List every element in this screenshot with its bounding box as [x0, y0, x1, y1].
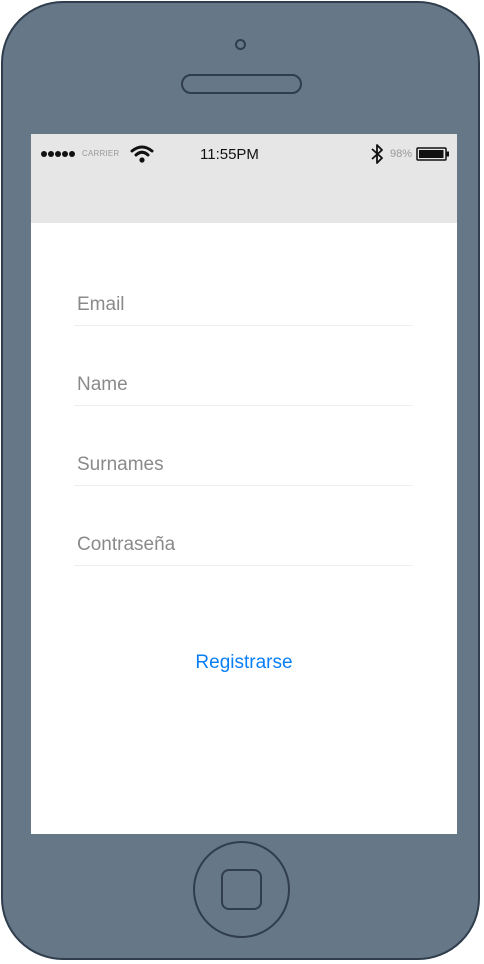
wifi-icon — [130, 145, 154, 163]
battery-fill — [419, 150, 444, 158]
battery-icon — [416, 147, 449, 161]
navigation-bar: CARRIER 11:55PM 98% — [31, 134, 457, 223]
register-button[interactable]: Registrarse — [151, 648, 337, 678]
home-button[interactable] — [193, 841, 290, 938]
email-field-container — [74, 286, 413, 326]
status-bar: CARRIER 11:55PM 98% — [31, 134, 457, 174]
name-field-container — [74, 366, 413, 406]
status-time: 11:55PM — [200, 146, 259, 163]
surnames-field-container — [74, 446, 413, 486]
signal-dots-icon — [41, 151, 75, 157]
battery-percent: 98% — [390, 148, 413, 160]
carrier-label: CARRIER — [82, 149, 120, 158]
speaker-grille — [181, 74, 302, 94]
name-field[interactable] — [74, 366, 413, 404]
surnames-field[interactable] — [74, 446, 413, 484]
phone-frame: CARRIER 11:55PM 98% Email Name Surnames … — [1, 1, 480, 960]
password-field-container — [74, 526, 413, 566]
app-screen: CARRIER 11:55PM 98% Email Name Surnames … — [31, 134, 457, 834]
password-field[interactable] — [74, 526, 413, 564]
home-square-icon — [221, 869, 262, 910]
bluetooth-icon — [371, 144, 383, 164]
email-field[interactable] — [74, 286, 413, 324]
camera-icon — [235, 39, 246, 50]
